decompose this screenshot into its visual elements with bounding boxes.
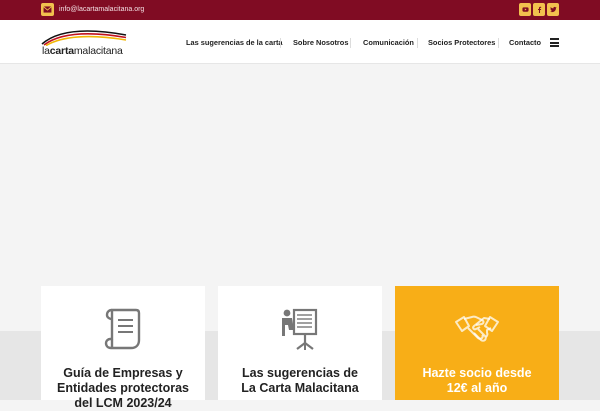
nav-item-contacto[interactable]: Contacto — [509, 38, 541, 48]
envelope-icon — [41, 3, 54, 16]
nav-separator — [280, 38, 281, 48]
contact-email-link[interactable]: info@lacartamalacitana.org — [59, 4, 144, 15]
nav-item-sugerencias[interactable]: Las sugerencias de la carta — [186, 38, 283, 48]
main-header: lacartamalacitana Las sugerencias de la … — [0, 20, 600, 64]
card-hazte-socio[interactable]: Hazte socio desde 12€ al año — [395, 286, 559, 400]
nav-separator — [417, 38, 418, 48]
logo-wordmark: lacartamalacitana — [42, 45, 123, 57]
nav-separator — [350, 38, 351, 48]
nav-item-comunicacion[interactable]: Comunicación — [363, 38, 414, 48]
document-scroll-icon — [104, 308, 141, 350]
nav-separator — [498, 38, 499, 48]
presentation-board-icon — [282, 308, 318, 350]
nav-item-socios-protectores[interactable]: Socios Protectores — [428, 38, 495, 48]
hamburger-menu-icon[interactable] — [550, 38, 559, 47]
nav-item-sobre-nosotros[interactable]: Sobre Nosotros — [293, 38, 348, 48]
card-title: Hazte socio desde 12€ al año — [422, 366, 532, 395]
facebook-icon[interactable] — [533, 3, 545, 16]
logo-swoosh-icon — [41, 30, 127, 46]
handshake-icon — [455, 315, 499, 342]
card-sugerencias[interactable]: Las sugerencias de La Carta Malacitana — [218, 286, 382, 400]
card-guia-empresas[interactable]: Guía de Empresas y Entidades protectoras… — [41, 286, 205, 410]
top-bar: info@lacartamalacitana.org — [0, 0, 600, 20]
twitter-icon[interactable] — [547, 3, 559, 16]
youtube-icon[interactable] — [519, 3, 531, 16]
card-title: Guía de Empresas y Entidades protectoras… — [57, 366, 189, 410]
site-logo[interactable]: lacartamalacitana — [40, 28, 130, 58]
card-title: Las sugerencias de La Carta Malacitana — [241, 366, 359, 395]
